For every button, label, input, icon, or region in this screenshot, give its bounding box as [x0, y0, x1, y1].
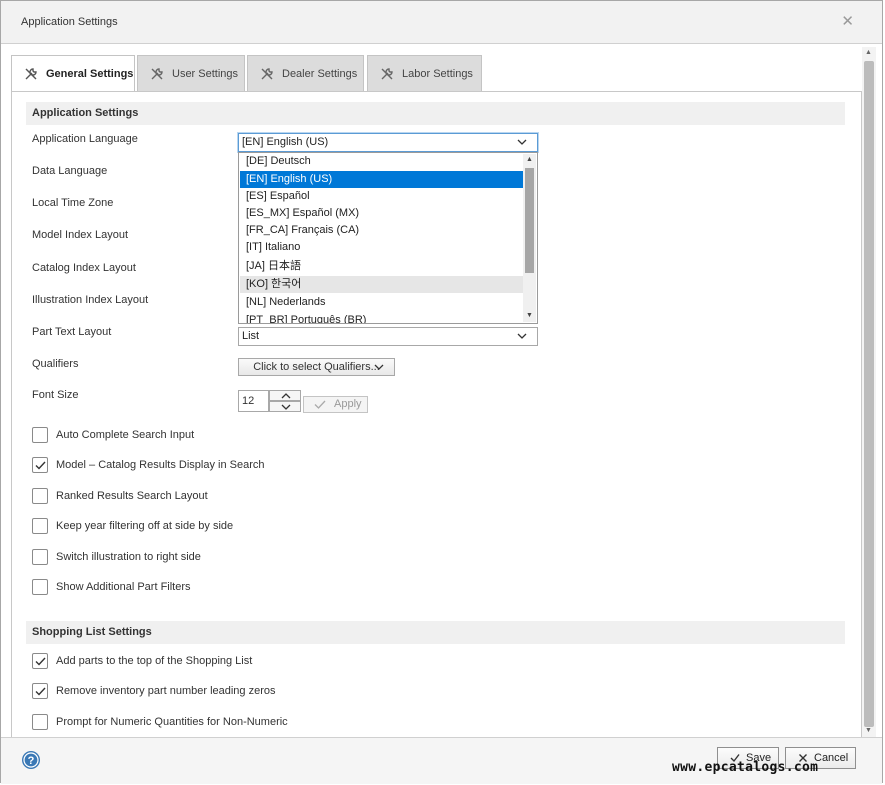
checkbox-label: Show Additional Part Filters — [56, 581, 191, 593]
chevron-down-icon — [517, 139, 527, 145]
application-language-select[interactable]: [EN] English (US) — [238, 133, 538, 152]
checkbox-checked[interactable] — [32, 683, 48, 699]
tab-labor-settings[interactable]: Labor Settings — [367, 55, 482, 91]
tools-icon — [25, 68, 37, 80]
qualifiers-button-label: Click to select Qualifiers... — [253, 361, 380, 373]
checkbox[interactable] — [32, 714, 48, 730]
select-value: List — [242, 330, 260, 342]
label-font-size: Font Size — [32, 389, 79, 401]
checkbox-checked[interactable] — [32, 653, 48, 669]
language-option[interactable]: [ES] Español — [240, 188, 523, 205]
label-local-time-zone: Local Time Zone — [32, 197, 114, 209]
tab-label: Labor Settings — [402, 68, 473, 80]
label-part-text-layout: Part Text Layout — [32, 326, 112, 338]
scroll-down-icon[interactable]: ▼ — [865, 727, 872, 734]
checkbox-checked[interactable] — [32, 457, 48, 473]
checkbox[interactable] — [32, 518, 48, 534]
checkbox-label: Ranked Results Search Layout — [56, 490, 208, 502]
checkbox-label: Add parts to the top of the Shopping Lis… — [56, 655, 253, 667]
checkbox[interactable] — [32, 488, 48, 504]
check-icon — [35, 657, 46, 666]
cancel-label: Cancel — [814, 752, 849, 764]
language-option[interactable]: [ES_MX] Español (MX) — [240, 205, 523, 222]
check-icon — [35, 687, 46, 696]
checkbox-label: Keep year filtering off at side by side — [56, 520, 234, 532]
label-data-language: Data Language — [32, 165, 108, 177]
dialog-title: Application Settings — [21, 16, 118, 28]
label-illustration-index-layout: Illustration Index Layout — [32, 294, 149, 306]
tools-icon — [381, 68, 393, 80]
font-size-input[interactable]: 12 — [238, 390, 269, 412]
help-icon[interactable]: ? — [21, 750, 41, 770]
part-text-layout-select[interactable]: List — [238, 327, 538, 346]
settings-tabs: General Settings User Settings Dealer Se… — [11, 55, 860, 93]
check-icon — [35, 461, 46, 470]
scroll-down-icon[interactable]: ▼ — [526, 312, 533, 319]
dropdown-scroll-thumb[interactable] — [525, 168, 534, 273]
section-heading-shopping-list: Shopping List Settings — [26, 621, 845, 644]
scroll-up-icon[interactable]: ▲ — [865, 49, 872, 56]
language-option[interactable]: [FR_CA] Français (CA) — [240, 222, 523, 239]
checkbox-label: Switch illustration to right side — [56, 551, 201, 563]
chevron-up-icon — [281, 393, 291, 399]
watermark-text: www.epcatalogs.com — [672, 760, 819, 775]
font-size-increase[interactable] — [269, 390, 301, 401]
tools-icon — [151, 68, 163, 80]
check-icon — [314, 400, 326, 409]
section-heading-application: Application Settings — [26, 102, 845, 125]
panel-scroll-thumb[interactable] — [864, 61, 874, 727]
chevron-down-icon — [374, 364, 384, 370]
font-size-decrease[interactable] — [269, 401, 301, 412]
general-settings-panel: Application Settings Application Languag… — [11, 91, 862, 737]
label-application-language: Application Language — [32, 133, 138, 145]
tab-label: User Settings — [172, 68, 239, 80]
language-option[interactable]: [PT_BR] Português (BR) — [240, 312, 523, 323]
close-icon[interactable]: ✕ — [841, 12, 854, 30]
checkbox-label: Model – Catalog Results Display in Searc… — [56, 459, 265, 471]
scroll-up-icon[interactable]: ▲ — [526, 156, 533, 163]
tab-label: Dealer Settings — [282, 68, 358, 80]
checkbox-label: Prompt for Numeric Quantities for Non-Nu… — [56, 716, 288, 728]
panel-scrollbar[interactable]: ▲ ▼ — [862, 47, 876, 737]
label-qualifiers: Qualifiers — [32, 358, 79, 370]
tab-label: General Settings — [46, 68, 134, 80]
select-qualifiers-button[interactable]: Click to select Qualifiers... — [238, 358, 395, 376]
language-dropdown-list[interactable]: [DE] Deutsch [EN] English (US) [ES] Espa… — [238, 152, 538, 324]
dialog-titlebar: Application Settings ✕ — [1, 1, 882, 44]
chevron-down-icon — [517, 333, 527, 339]
checkbox-label: Auto Complete Search Input — [56, 429, 195, 441]
language-option[interactable]: [IT] Italiano — [240, 239, 523, 256]
tab-dealer-settings[interactable]: Dealer Settings — [247, 55, 364, 91]
label-catalog-index-layout: Catalog Index Layout — [32, 262, 136, 274]
checkbox[interactable] — [32, 427, 48, 443]
checkbox[interactable] — [32, 549, 48, 565]
apply-label: Apply — [334, 398, 362, 410]
dropdown-scrollbar[interactable]: ▲ ▼ — [523, 154, 536, 322]
tab-general-settings[interactable]: General Settings — [11, 55, 135, 93]
help-glyph: ? — [28, 755, 35, 767]
checkbox[interactable] — [32, 579, 48, 595]
settings-dialog: Application Settings ✕ General Settings … — [0, 0, 883, 784]
select-value: [EN] English (US) — [242, 136, 329, 148]
tab-user-settings[interactable]: User Settings — [137, 55, 245, 91]
apply-font-size-button[interactable]: Apply — [303, 396, 368, 413]
tools-icon — [261, 68, 273, 80]
language-option-hover[interactable]: [KO] 한국어 — [240, 276, 523, 293]
checkbox-label: Remove inventory part number leading zer… — [56, 685, 276, 697]
language-option[interactable]: [NL] Nederlands — [240, 294, 523, 311]
chevron-down-icon — [281, 404, 291, 410]
language-option[interactable]: [JA] 日本語 — [240, 258, 523, 275]
language-option[interactable]: [DE] Deutsch — [240, 153, 523, 170]
language-option-selected[interactable]: [EN] English (US) — [240, 171, 523, 188]
label-model-index-layout: Model Index Layout — [32, 229, 129, 241]
